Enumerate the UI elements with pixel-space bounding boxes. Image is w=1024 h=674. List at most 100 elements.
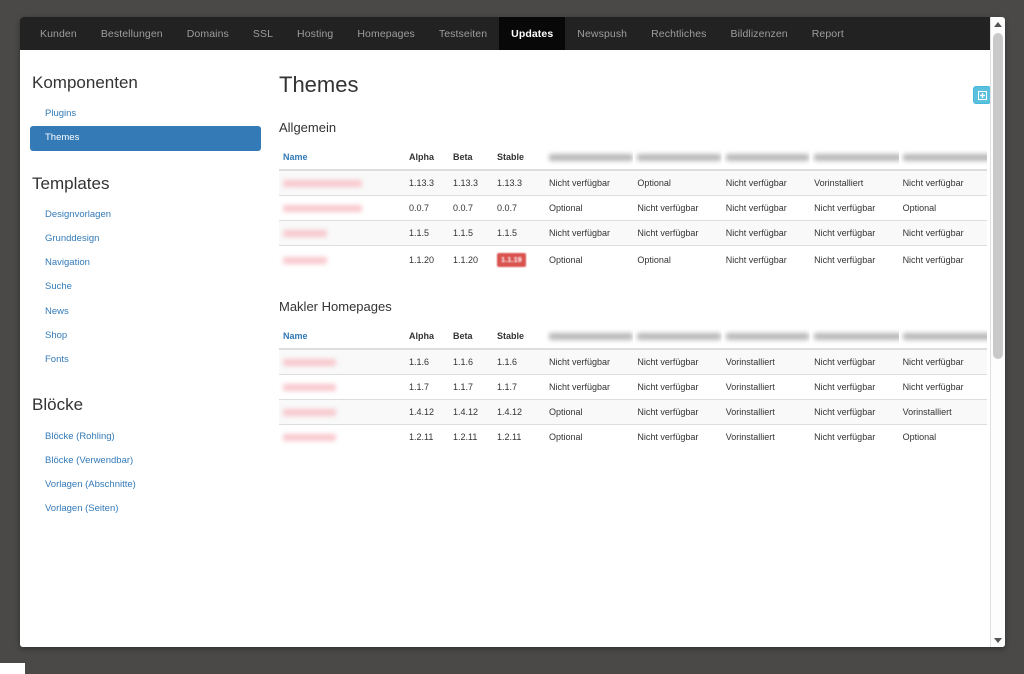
column-header-redacted-4: Makler Homepages -10	[810, 147, 899, 172]
redacted-column-label: Makler Homepages -10	[814, 332, 899, 340]
column-header-redacted-5: Mein Leistungspaket -1	[898, 147, 987, 172]
main-navbar: Kunden Bestellungen Domains SSL Hosting Homep…	[20, 17, 1005, 50]
cell-availability-2: Nicht verfügbar	[633, 195, 722, 221]
navbar-item-homepages[interactable]: Homepages	[345, 17, 427, 50]
cell-theme-name[interactable]: Makler Theme	[279, 398, 405, 425]
sidebar-item-grunddesign[interactable]: Grunddesign	[30, 227, 261, 251]
sidebar-item-bloecke-verwendbar[interactable]: Blöcke (Verwendbar)	[30, 449, 261, 473]
browser-window: Kunden Bestellungen Domains SSL Hosting Homep…	[20, 17, 1005, 647]
sidebar-list-item: Vorlagen (Abschnitte)	[30, 473, 261, 497]
desktop-background-notch	[0, 663, 25, 674]
cell-availability-4: Nicht verfügbar	[810, 423, 899, 449]
table-row: Makler Theme1.4.121.4.121.4.12OptionalNi…	[279, 398, 987, 425]
table-row: Makler Theme1.1.71.1.71.1.7Nicht verfügb…	[279, 373, 987, 400]
column-header-redacted-1: Mein Homepagepla -1	[545, 147, 634, 172]
cell-version-beta: 1.2.11	[449, 423, 493, 449]
sidebar-list-item: Navigation	[30, 251, 261, 275]
cell-availability-1: Optional	[545, 195, 634, 221]
navbar-item-hosting[interactable]: Hosting	[285, 17, 345, 50]
cell-theme-name[interactable]: Mein Theme	[279, 220, 405, 246]
sidebar-heading-komponenten: Komponenten	[32, 73, 138, 92]
section-allgemein: Allgemein NameAlphaBetaStable Mein Homepag…	[279, 120, 987, 274]
theme-name-link[interactable]: Mein Homepagepaket	[283, 205, 363, 213]
sidebar-item-bloecke-rohling[interactable]: Blöcke (Rohling)	[30, 425, 261, 449]
cell-availability-3: Nicht verfügbar	[721, 245, 811, 274]
sidebar-item-navigation[interactable]: Navigation	[30, 251, 261, 275]
sidebar-item-suche[interactable]: Suche	[30, 275, 261, 299]
cell-availability-3: Vorinstalliert	[721, 398, 811, 425]
cell-theme-name[interactable]: Makler Theme	[279, 373, 405, 400]
cell-version-stable: 1.4.12	[493, 398, 545, 425]
column-header-name[interactable]: Name	[279, 325, 405, 350]
navbar-item-ssl[interactable]: SSL	[241, 17, 285, 50]
sidebar-item-plugins[interactable]: Plugins	[30, 102, 261, 126]
cell-version-stable: 1.1.6	[493, 348, 545, 375]
navbar-item-rechtliches[interactable]: Rechtliches	[639, 17, 718, 50]
sidebar-heading-bloecke: Blöcke	[32, 395, 84, 415]
plus-square-icon-button[interactable]	[973, 86, 991, 104]
column-header-beta: Beta	[449, 147, 493, 172]
cell-theme-name[interactable]: Mein Theme	[279, 245, 405, 274]
navbar-item-bestellungen[interactable]: Bestellungen	[89, 17, 175, 50]
navbar-item-kunden[interactable]: Kunden	[28, 17, 89, 50]
cell-theme-name[interactable]: Premium Theme 2020	[279, 169, 405, 196]
scrollbar-thumb[interactable]	[993, 33, 1003, 359]
main-panel: Themes AllgemeinNameAlphaBetaStableMein …	[273, 50, 1005, 647]
cell-theme-name[interactable]: Makler Theme	[279, 348, 405, 375]
cell-availability-1: Optional	[545, 398, 634, 425]
sidebar-item-designvorlagen[interactable]: Designvorlagen	[30, 203, 261, 227]
vertical-scrollbar[interactable]	[990, 17, 1005, 647]
navbar-item-testseiten[interactable]: Testseiten	[427, 17, 499, 50]
cell-availability-2: Nicht verfügbar	[633, 373, 722, 400]
redacted-column-label: Mein Homepagepl -10	[637, 154, 721, 162]
cell-availability-1: Optional	[545, 423, 634, 449]
sidebar-list-item: Suche	[30, 275, 261, 299]
theme-name-link[interactable]: Makler Theme	[283, 383, 336, 391]
navbar-item-updates[interactable]: Updates	[499, 17, 566, 50]
cell-theme-name[interactable]: Mein Homepagepaket	[279, 195, 405, 221]
cell-theme-name[interactable]: Makler Theme	[279, 423, 405, 449]
theme-name-link[interactable]: Makler Theme	[283, 358, 336, 366]
sidebar-list-item: Vorlagen (Seiten)	[30, 497, 261, 521]
cell-availability-3: Vorinstalliert	[721, 348, 811, 375]
section-makler-homepages: Makler Homepages NameAlphaBetaStable Mein …	[279, 299, 987, 449]
cell-version-beta: 1.1.6	[449, 348, 493, 375]
sidebar-list-item: Designvorlagen	[30, 203, 261, 227]
column-header-name[interactable]: Name	[279, 147, 405, 172]
theme-name-link[interactable]: Mein Theme	[283, 257, 327, 265]
table-row: Makler Theme1.1.61.1.61.1.6Nicht verfügb…	[279, 348, 987, 375]
caret-up-icon[interactable]	[991, 17, 1005, 31]
cell-version-stable: 1.2.11	[493, 423, 545, 449]
table-row: Mein Homepagepaket0.0.70.0.70.0.7Optiona…	[279, 195, 987, 221]
theme-name-link[interactable]: Makler Theme	[283, 408, 336, 416]
cell-availability-3: Vorinstalliert	[721, 423, 811, 449]
theme-name-link[interactable]: Makler Theme	[283, 433, 336, 441]
theme-name-link[interactable]: Premium Theme 2020	[283, 180, 363, 188]
column-header-redacted-2: Mein Homepagepl -10	[633, 325, 722, 350]
sidebar-item-vorlagen-abschnitte[interactable]: Vorlagen (Abschnitte)	[30, 473, 261, 497]
cell-availability-5: Optional	[898, 423, 987, 449]
sidebar-list-item: Shop	[30, 324, 261, 348]
cell-version-alpha: 1.4.12	[405, 398, 449, 425]
navbar-item-newspush[interactable]: Newspush	[565, 17, 639, 50]
section-title: Allgemein	[279, 120, 337, 136]
navbar-item-bildlizenzen[interactable]: Bildlizenzen	[719, 17, 800, 50]
sidebar-item-vorlagen-seiten[interactable]: Vorlagen (Seiten)	[30, 497, 261, 521]
cell-availability-5: Nicht verfügbar	[898, 245, 987, 274]
sidebar-item-fonts[interactable]: Fonts	[30, 348, 261, 372]
navbar-item-report[interactable]: Report	[800, 17, 856, 50]
navbar-item-domains[interactable]: Domains	[175, 17, 241, 50]
sidebar-item-news[interactable]: News	[30, 300, 261, 324]
theme-name-link[interactable]: Mein Theme	[283, 230, 327, 238]
column-header-beta: Beta	[449, 325, 493, 350]
column-header-redacted-3: Makler Homepages -1	[721, 147, 811, 172]
cell-availability-4: Vorinstalliert	[810, 169, 899, 196]
sidebar-item-shop[interactable]: Shop	[30, 324, 261, 348]
cell-availability-2: Nicht verfügbar	[633, 423, 722, 449]
sidebar-list-item: Plugins	[30, 102, 261, 126]
sidebar-list-item: Blöcke (Rohling)	[30, 425, 261, 449]
sidebar-item-themes[interactable]: Themes	[30, 126, 261, 151]
themes-table: NameAlphaBetaStable Mein Homepagepla -1 Me…	[279, 147, 987, 274]
caret-down-icon[interactable]	[991, 633, 1005, 647]
cell-version-stable: 1.13.3	[493, 169, 545, 196]
